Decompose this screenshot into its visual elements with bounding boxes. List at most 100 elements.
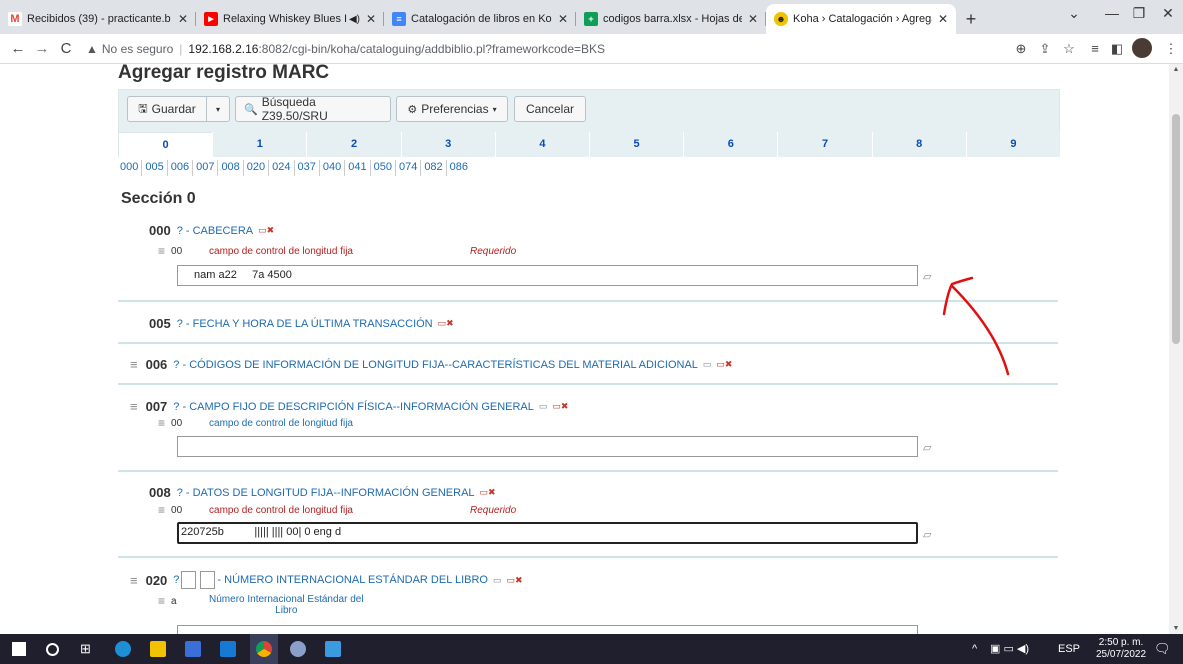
- field-link-040[interactable]: 040: [320, 160, 346, 176]
- field-link-007[interactable]: 007: [193, 160, 219, 176]
- system-clock[interactable]: 2:50 p. m. 25/07/2022: [1096, 637, 1146, 661]
- field-020-input[interactable]: [177, 625, 918, 634]
- drag-handle-icon[interactable]: ≡: [158, 244, 165, 258]
- close-tab-icon[interactable]: ✕: [936, 12, 950, 26]
- tag-editor-icon[interactable]: ▱: [923, 441, 937, 454]
- close-tab-icon[interactable]: ✕: [176, 12, 190, 26]
- profile-avatar[interactable]: [1132, 38, 1152, 58]
- reading-list-icon[interactable]: ≡: [1086, 40, 1104, 58]
- field-link-024[interactable]: 024: [269, 160, 295, 176]
- browser-tab-youtube[interactable]: ▶ Relaxing Whiskey Blues I ◀) ✕: [196, 4, 384, 34]
- reload-icon[interactable]: C: [56, 39, 76, 59]
- field-label-link[interactable]: ? - FECHA Y HORA DE LA ÚLTIMA TRANSACCIÓ…: [177, 318, 433, 330]
- browser-tab-docs[interactable]: ≡ Catalogación de libros en Ko ✕: [384, 4, 576, 34]
- field-help-link[interactable]: ?: [173, 574, 179, 586]
- tab-search-icon[interactable]: ⌄: [1055, 0, 1093, 30]
- preferences-button[interactable]: ⚙ Preferencias ▾: [396, 96, 508, 122]
- field-008-input[interactable]: 220725b ||||| |||| 00| 0 eng d: [177, 522, 918, 544]
- indicator-2-input[interactable]: [200, 571, 216, 589]
- clone-field-icon[interactable]: ▭: [703, 359, 712, 370]
- drag-handle-icon[interactable]: ≡: [158, 503, 165, 517]
- delete-field-icon[interactable]: ▭✖: [258, 225, 274, 236]
- delete-field-icon[interactable]: ▭✖: [716, 359, 732, 370]
- field-link-086[interactable]: 086: [447, 160, 471, 176]
- forward-icon[interactable]: →: [32, 39, 52, 59]
- tab-5[interactable]: 5: [589, 132, 684, 157]
- audio-playing-icon[interactable]: ◀): [349, 14, 360, 25]
- field-label-link[interactable]: ? - CÓDIGOS DE INFORMACIÓN DE LONGITUD F…: [173, 359, 698, 371]
- tab-1[interactable]: 1: [212, 132, 307, 157]
- clone-field-icon[interactable]: ▭: [539, 401, 548, 412]
- z3950-search-button[interactable]: 🔍 Búsqueda Z39.50/SRU: [235, 95, 391, 123]
- store-icon[interactable]: [185, 641, 201, 657]
- page-scrollbar[interactable]: ▲ ▼: [1169, 64, 1183, 634]
- tab-6[interactable]: 6: [683, 132, 778, 157]
- save-button[interactable]: 🖫 Guardar: [127, 96, 207, 122]
- bookmark-star-icon[interactable]: ☆: [1060, 40, 1078, 58]
- drag-handle-icon[interactable]: ≡: [158, 594, 165, 608]
- scroll-down-icon[interactable]: ▼: [1171, 625, 1181, 632]
- tab-0[interactable]: 0: [118, 132, 213, 157]
- close-window-button[interactable]: ✕: [1149, 0, 1183, 30]
- field-link-037[interactable]: 037: [295, 160, 320, 176]
- tab-3[interactable]: 3: [400, 132, 495, 157]
- tab-7[interactable]: 7: [777, 132, 872, 157]
- windows-start-icon[interactable]: [12, 642, 26, 656]
- menu-kebab-icon[interactable]: ⋮: [1162, 40, 1180, 58]
- close-tab-icon[interactable]: ✕: [556, 12, 570, 26]
- field-link-006[interactable]: 006: [168, 160, 194, 176]
- tray-icons[interactable]: ▣ ▭ ◀): [990, 634, 1029, 664]
- notification-icon[interactable]: 🗨: [1154, 634, 1171, 664]
- save-dropdown-button[interactable]: ▾: [206, 96, 230, 122]
- photos-icon[interactable]: [325, 641, 341, 657]
- tab-2[interactable]: 2: [306, 132, 401, 157]
- language-indicator[interactable]: ESP: [1058, 634, 1080, 664]
- browser-tab-koha[interactable]: ☻ Koha › Catalogación › Agrega ✕: [766, 4, 956, 34]
- mail-icon[interactable]: [220, 641, 236, 657]
- side-panel-icon[interactable]: ◧: [1108, 40, 1126, 58]
- delete-field-icon[interactable]: ▭✖: [480, 487, 496, 498]
- close-tab-icon[interactable]: ✕: [746, 12, 760, 26]
- back-icon[interactable]: ←: [8, 39, 28, 59]
- field-link-005[interactable]: 005: [142, 160, 168, 176]
- field-link-074[interactable]: 074: [396, 160, 422, 176]
- tag-editor-icon[interactable]: ▱: [923, 528, 937, 541]
- tray-chevron-icon[interactable]: ^: [972, 634, 977, 664]
- clone-field-icon[interactable]: ▭: [493, 575, 502, 586]
- url-field[interactable]: ▲ No es seguro | 192.168.2.16 :8082/cgi-…: [86, 38, 1006, 60]
- drag-handle-icon[interactable]: ≡: [130, 573, 138, 588]
- field-link-020[interactable]: 020: [244, 160, 270, 176]
- field-007-input[interactable]: [177, 436, 918, 457]
- chrome-taskbar-button[interactable]: [250, 634, 278, 664]
- field-link-041[interactable]: 041: [345, 160, 371, 176]
- cancel-button[interactable]: Cancelar: [514, 96, 586, 122]
- not-secure-label[interactable]: No es seguro: [102, 42, 173, 56]
- scrollbar-thumb[interactable]: [1172, 114, 1180, 344]
- field-link-008[interactable]: 008: [218, 160, 244, 176]
- share-icon[interactable]: ⇪: [1036, 40, 1054, 58]
- file-explorer-icon[interactable]: [150, 641, 166, 657]
- field-label-link[interactable]: ? - CAMPO FIJO DE DESCRIPCIÓN FÍSICA--IN…: [173, 401, 534, 413]
- tab-4[interactable]: 4: [494, 132, 590, 157]
- field-label-link[interactable]: - NÚMERO INTERNACIONAL ESTÁNDAR DEL LIBR…: [217, 574, 488, 586]
- task-view-icon[interactable]: ⊞: [80, 641, 96, 657]
- drag-handle-icon[interactable]: ≡: [130, 357, 138, 372]
- field-link-050[interactable]: 050: [371, 160, 396, 176]
- search-icon[interactable]: [46, 643, 59, 656]
- field-label-link[interactable]: ? - CABECERA: [177, 225, 253, 237]
- scroll-up-icon[interactable]: ▲: [1171, 66, 1181, 73]
- field-label-link[interactable]: ? - DATOS DE LONGITUD FIJA--INFORMACIÓN …: [177, 487, 475, 499]
- new-tab-button[interactable]: +: [956, 4, 986, 34]
- tab-8[interactable]: 8: [871, 132, 966, 157]
- field-000-input[interactable]: nam a22 7a 4500: [177, 265, 918, 286]
- zoom-icon[interactable]: ⊕: [1012, 40, 1030, 58]
- delete-field-icon[interactable]: ▭✖: [552, 401, 568, 412]
- warning-icon[interactable]: ▲: [86, 42, 98, 56]
- drag-handle-icon[interactable]: ≡: [158, 416, 165, 430]
- field-link-000[interactable]: 000: [118, 160, 143, 176]
- browser-tab-gmail[interactable]: M Recibidos (39) - practicante.b ✕: [0, 4, 196, 34]
- app-icon[interactable]: [290, 641, 306, 657]
- edge-icon[interactable]: [115, 641, 131, 657]
- close-tab-icon[interactable]: ✕: [364, 12, 378, 26]
- indicator-1-input[interactable]: [181, 571, 197, 589]
